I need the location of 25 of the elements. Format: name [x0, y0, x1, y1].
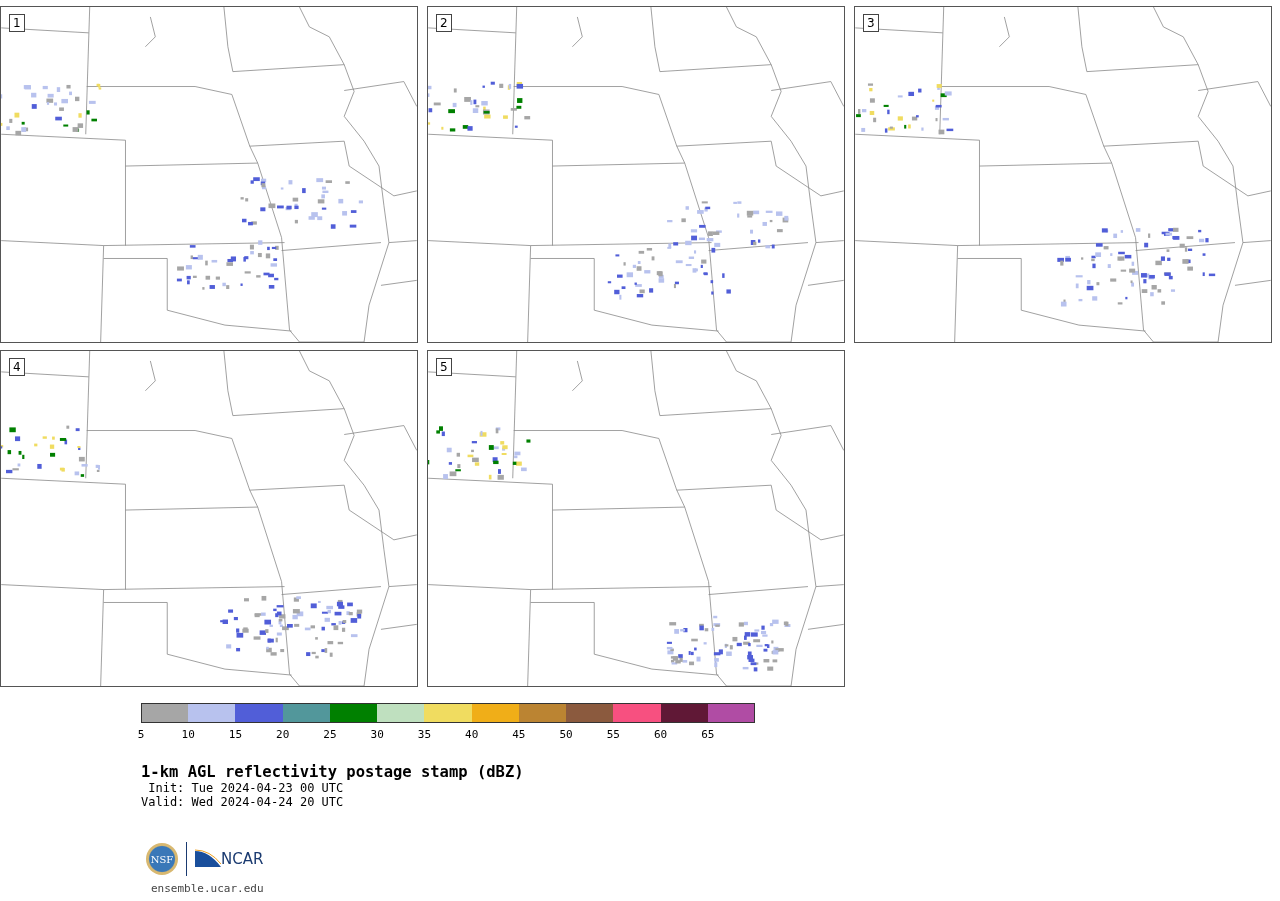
panel-number: 2 — [436, 14, 452, 32]
colorbar-tick-label: 55 — [606, 728, 620, 741]
nsf-logo: NSF — [146, 843, 178, 875]
colorbar-tick-label: 10 — [181, 728, 195, 741]
panel-number: 3 — [863, 14, 879, 32]
panel-number: 1 — [9, 14, 25, 32]
plot-title: 1-km AGL reflectivity postage stamp (dBZ) — [141, 763, 525, 781]
colorbar-tick-label: 30 — [370, 728, 384, 741]
colorbar-tick-label: 15 — [228, 728, 243, 741]
website-url: ensemble.ucar.edu — [151, 882, 265, 895]
colorbar-tick-label: 45 — [512, 728, 526, 741]
panel-number: 5 — [436, 358, 452, 376]
colorbar-tick-label: 40 — [465, 728, 479, 741]
colorbar-tick-label: 25 — [323, 728, 337, 741]
valid-time: Valid: Wed 2024-04-24 20 UTC — [141, 795, 345, 809]
ncar-logo-text: NCAR — [221, 850, 264, 868]
colorbar-tick-label: 50 — [559, 728, 573, 741]
panel-number: 4 — [9, 358, 25, 376]
colorbar-tick-label: 20 — [276, 728, 290, 741]
init-time: Init: Tue 2024-04-23 00 UTC — [147, 781, 345, 795]
wing-icon — [195, 849, 221, 869]
colorbar-tick-label: 60 — [653, 728, 668, 741]
colorbar-tick-label: 5 — [137, 728, 145, 741]
colorbar-tick-label: 35 — [417, 728, 432, 741]
colorbar-tick-label: 65 — [701, 728, 715, 741]
